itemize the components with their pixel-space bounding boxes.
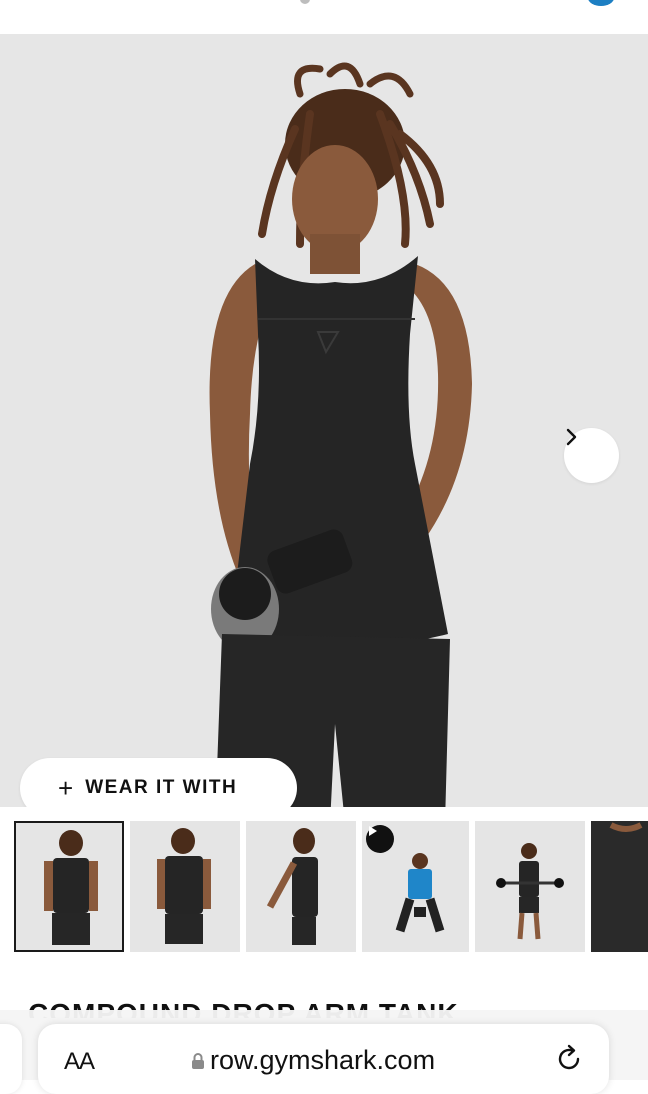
next-image-button[interactable] xyxy=(564,428,619,483)
product-hero-image[interactable]: + WEAR IT WITH xyxy=(0,34,648,807)
text-size-label: AA xyxy=(64,1048,95,1075)
thumb-back-image xyxy=(157,828,211,944)
thumb-video[interactable] xyxy=(362,821,469,952)
previous-tab-stub[interactable] xyxy=(0,1024,22,1094)
thumb-detail-image xyxy=(591,821,648,952)
reload-icon xyxy=(558,1044,580,1070)
address-bar[interactable]: AA row.gymshark.com xyxy=(38,1024,609,1094)
top-bar xyxy=(0,0,648,35)
chevron-right-icon xyxy=(566,428,577,446)
text-size-button[interactable]: AA xyxy=(64,1048,95,1076)
thumb-front[interactable] xyxy=(14,821,124,952)
wear-it-with-label: WEAR IT WITH xyxy=(85,777,238,798)
plus-icon: + xyxy=(58,773,74,803)
thumb-curl[interactable] xyxy=(475,821,585,952)
url-text: row.gymshark.com xyxy=(210,1045,436,1075)
lock-icon xyxy=(192,1053,204,1069)
top-partial-icon xyxy=(300,0,310,4)
model-illustration xyxy=(209,62,472,807)
thumb-side[interactable] xyxy=(246,821,356,952)
reload-button[interactable] xyxy=(554,1044,584,1077)
thumb-detail[interactable] xyxy=(591,821,648,952)
thumb-curl-image xyxy=(496,843,564,940)
thumb-back[interactable] xyxy=(130,821,240,952)
wear-it-with-button[interactable]: + WEAR IT WITH xyxy=(20,758,297,807)
thumbnail-strip[interactable] xyxy=(0,807,648,967)
play-icon[interactable] xyxy=(366,825,394,853)
thumb-side-image xyxy=(266,828,318,945)
thumb-front-image xyxy=(44,830,98,945)
browser-toolbar: AA row.gymshark.com xyxy=(0,1010,648,1094)
top-partial-badge xyxy=(588,0,614,6)
